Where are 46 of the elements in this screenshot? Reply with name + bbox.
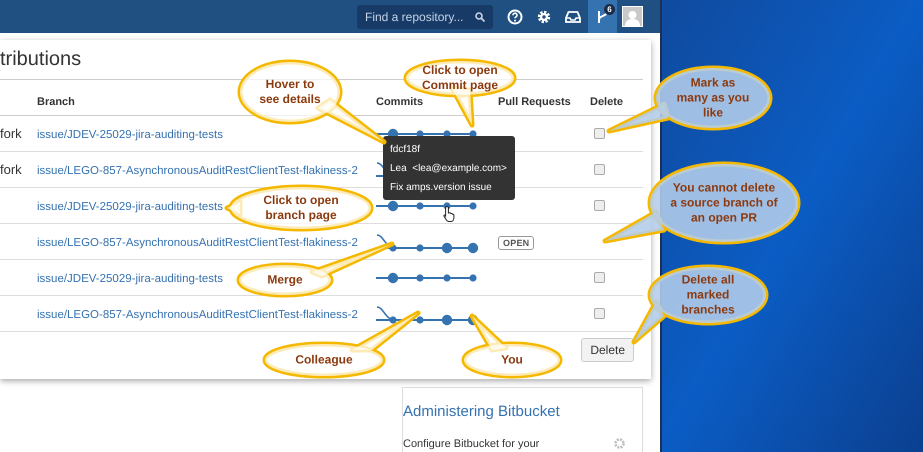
callout-text: Mark as many as you like xyxy=(676,76,750,120)
search-icon xyxy=(475,12,485,22)
settings-icon[interactable] xyxy=(536,8,552,24)
callout-text: Click to open branch page xyxy=(262,193,340,223)
column-header: Branch xyxy=(37,96,75,108)
table-cell: fork xyxy=(0,126,22,141)
branch-icon xyxy=(596,10,610,24)
callout-text: Click to open Commit page xyxy=(420,63,499,93)
checkbox[interactable] xyxy=(594,164,605,175)
card-text: Configure Bitbucket for your xyxy=(403,436,540,452)
avatar[interactable] xyxy=(622,6,643,27)
column-header: Commits xyxy=(376,96,424,108)
branch-link[interactable]: issue/JDEV-25029-jira-auditing-tests xyxy=(37,128,224,140)
branch-link[interactable]: issue/LEGO-857-AsynchronousAuditRestClientTest-flakiness-2 xyxy=(37,164,358,176)
callout-text: Delete all marked branches xyxy=(680,272,736,318)
branch-link[interactable]: issue/JDEV-25029-jira-auditing-tests xyxy=(37,272,224,284)
person-icon xyxy=(624,9,641,26)
gear-icon xyxy=(613,437,626,450)
branch-link[interactable]: issue/LEGO-857-AsynchronousAuditRestClientTest-flakiness-2 xyxy=(37,236,358,248)
tooltip-text: fdcf18f xyxy=(390,144,420,155)
column-header: Delete xyxy=(590,96,624,108)
pull-requests-button[interactable]: 6 xyxy=(588,0,617,33)
branch-link[interactable]: issue/JDEV-25029-jira-auditing-tests xyxy=(37,200,224,212)
search-field[interactable]: Find a repository... xyxy=(357,4,493,28)
checkbox[interactable] xyxy=(594,308,605,319)
table-cell: fork xyxy=(0,162,22,177)
status-lozenge: OPEN xyxy=(498,236,534,250)
callout-text: You xyxy=(500,352,524,368)
tooltip-text: Fix amps.version issue xyxy=(390,182,492,193)
help-icon[interactable] xyxy=(507,8,523,24)
callout-text: You cannot delete a source branch of an open PR xyxy=(669,180,779,226)
callout-text: Hover to see details xyxy=(258,77,322,107)
branch-link[interactable]: issue/LEGO-857-AsynchronousAuditRestClientTest-flakiness-2 xyxy=(37,308,358,320)
delete-button[interactable]: Delete xyxy=(581,338,634,362)
checkbox[interactable] xyxy=(594,128,605,139)
tooltip-text: Lea <lea@example.com> xyxy=(390,163,507,174)
checkbox[interactable] xyxy=(594,272,605,283)
checkbox[interactable] xyxy=(594,200,605,211)
column-header: Pull Requests xyxy=(498,96,571,108)
callout-text: Merge xyxy=(266,272,304,288)
panel-title: tributions xyxy=(0,48,82,70)
callout-text: Colleague xyxy=(294,352,354,368)
card-title: Administering Bitbucket xyxy=(403,402,561,422)
hand-cursor-icon xyxy=(443,205,456,223)
notification-badge: 6 xyxy=(604,4,615,15)
inbox-icon[interactable] xyxy=(565,10,581,24)
